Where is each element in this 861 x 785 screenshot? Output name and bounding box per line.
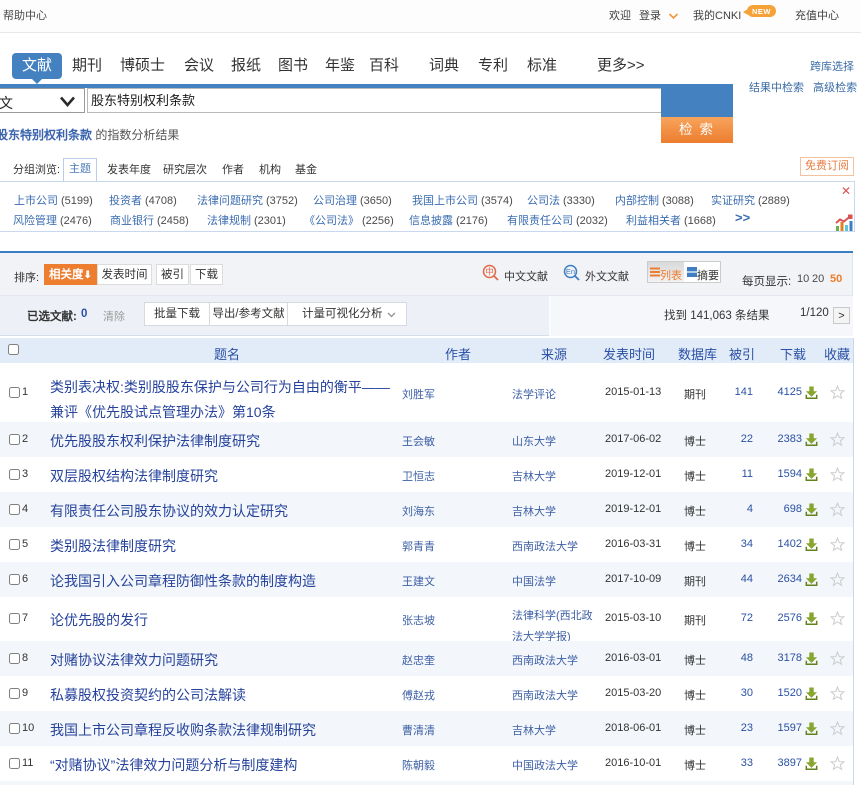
svg-text:En: En [566, 267, 575, 276]
svg-text:中: 中 [485, 267, 494, 277]
